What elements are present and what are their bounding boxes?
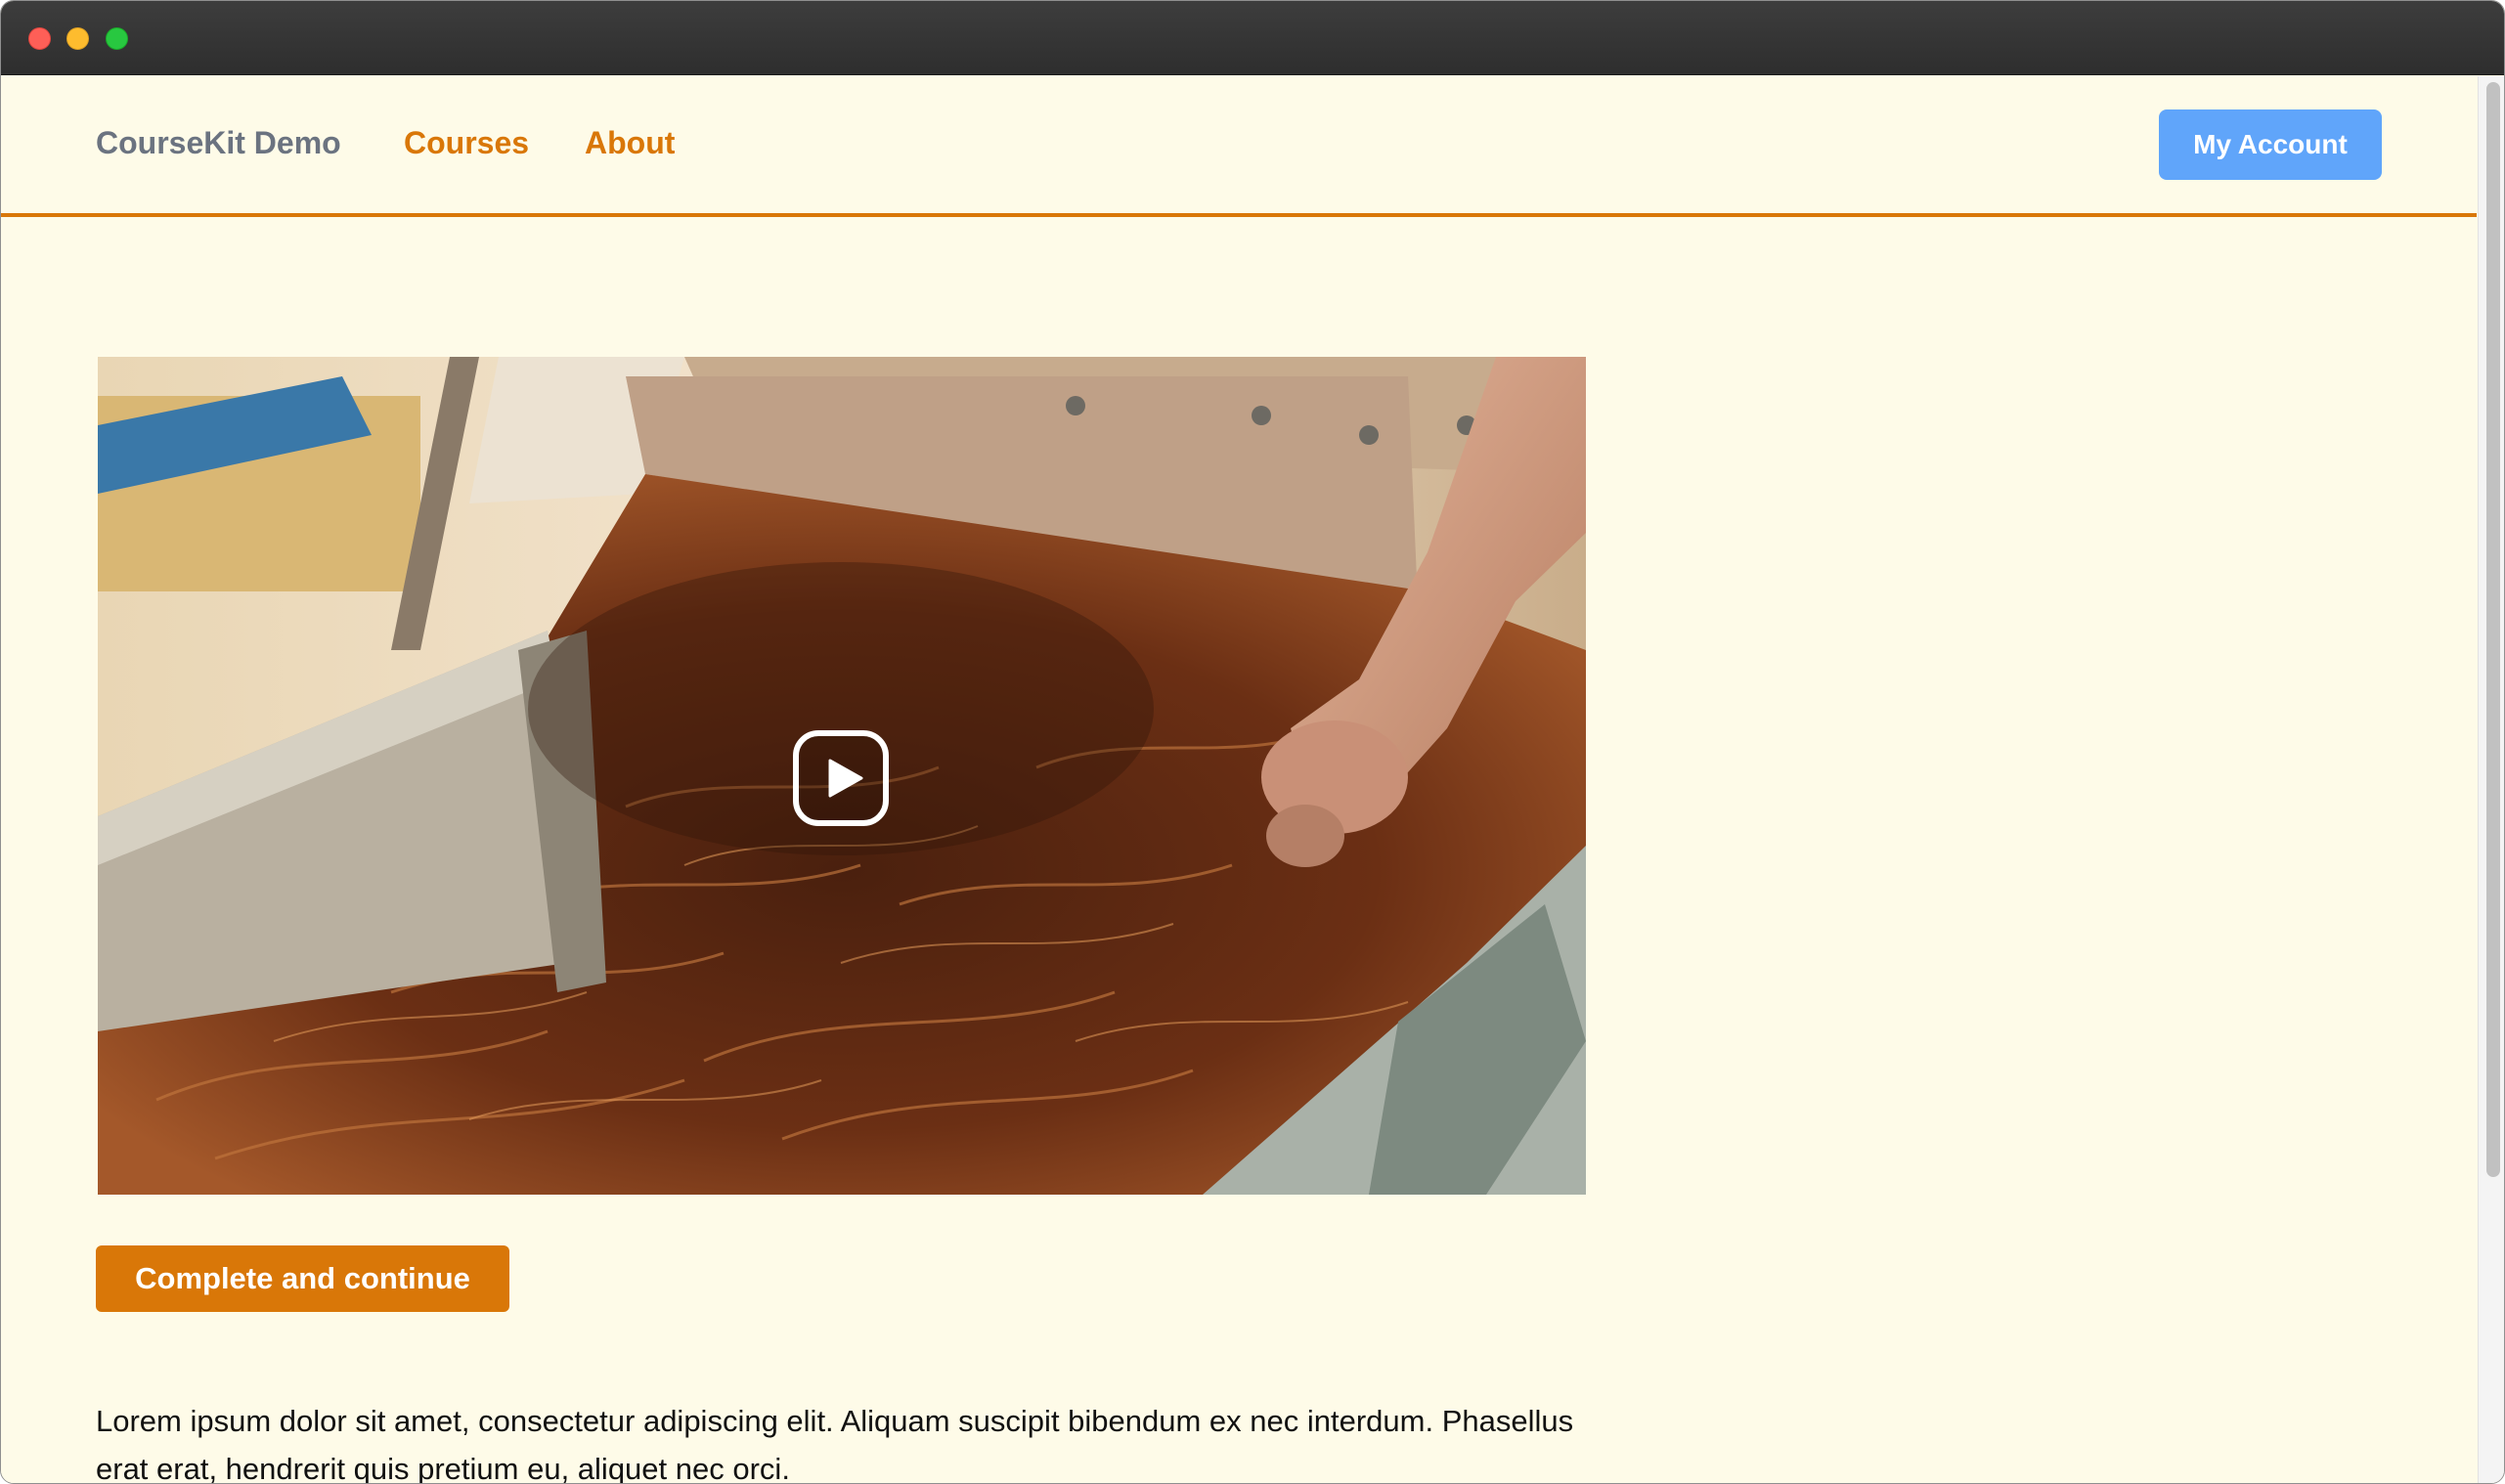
- minimize-window-button[interactable]: [66, 27, 89, 50]
- my-account-button[interactable]: My Account: [2159, 109, 2382, 180]
- top-navbar: CourseKit Demo Courses About My Account: [1, 76, 2477, 217]
- page-scrollbar[interactable]: [2478, 76, 2504, 1483]
- nav-link-courses[interactable]: Courses: [404, 125, 529, 161]
- play-icon: [828, 759, 863, 798]
- zoom-window-button[interactable]: [106, 27, 128, 50]
- brand-link[interactable]: CourseKit Demo: [96, 125, 341, 161]
- lesson-description: Lorem ipsum dolor sit amet, consectetur …: [96, 1404, 1574, 1484]
- nav-link-about[interactable]: About: [585, 125, 675, 161]
- close-window-button[interactable]: [28, 27, 51, 50]
- browser-window: CourseKit Demo Courses About My Account: [0, 0, 2505, 1484]
- lesson-video[interactable]: [98, 357, 1586, 1195]
- play-button[interactable]: [793, 730, 889, 826]
- window-titlebar: [1, 1, 2504, 75]
- page-content: CourseKit Demo Courses About My Account: [1, 76, 2477, 1484]
- scrollbar-thumb[interactable]: [2486, 82, 2500, 1177]
- complete-and-continue-button[interactable]: Complete and continue: [96, 1245, 509, 1312]
